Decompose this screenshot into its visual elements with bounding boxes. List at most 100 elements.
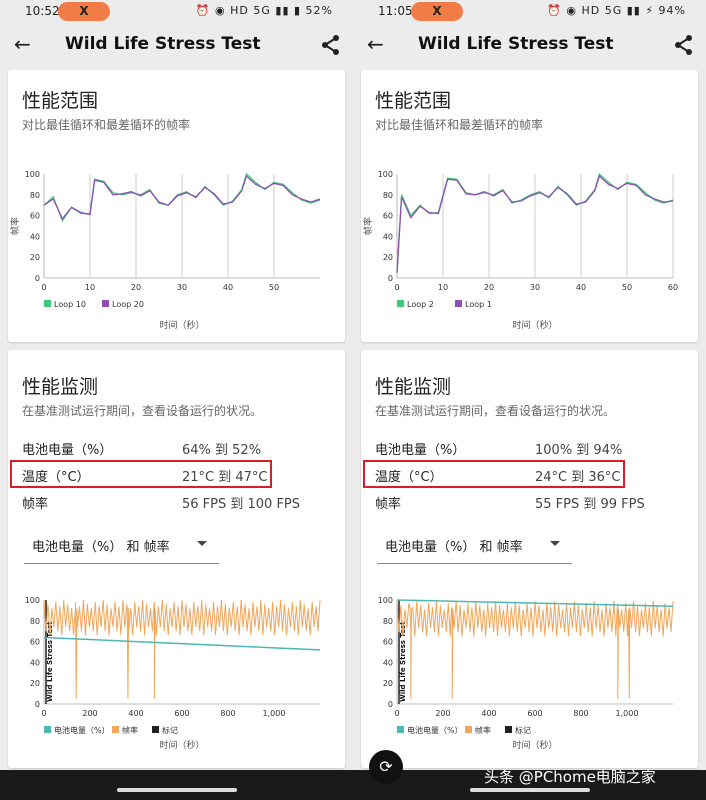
right-screenshot: 11:05 X ⏰ ◉ HD 5G ▮▮ ⚡ 94% ← Wild Life S… [353,0,706,800]
x-tick-label: 1,000 [616,709,639,718]
y-tick-label: 20 [30,679,40,688]
x-axis-label: 时间（秒） [159,739,204,751]
legend-swatch [112,726,119,733]
x-tick-label: 40 [576,283,586,292]
home-indicator[interactable] [116,788,237,792]
perf-monitor-card: 性能监测 在基准测试运行期间，查看设备运行的状况。 电池电量（%） 100% 到 … [361,350,698,768]
perf-monitor-title: 性能监测 [22,376,99,398]
y-tick-label: 20 [383,679,393,688]
y-tick-label: 0 [35,274,40,283]
status-bar: 11:05 X ⏰ ◉ HD 5G ▮▮ ⚡ 94% [353,0,706,24]
battery-row: 电池电量（%） 64% 到 52% [22,436,331,458]
x-tick-label: 50 [622,283,632,292]
fps-value: 55 FPS 到 99 FPS [535,497,645,512]
perf-range-card: 性能范围 对比最佳循环和最差循环的帧率 0 20 40 60 80 100 0 10 20 30 4… [8,70,345,342]
x-tick-label: 0 [394,283,399,292]
y-tick-label: 40 [383,658,393,667]
battery-series-line [43,636,321,651]
y-tick-label: 0 [388,274,393,283]
x-axis-label: 时间（秒） [512,739,557,751]
legend-swatch [397,726,404,733]
fps-series-line [396,601,674,699]
page-title: Wild Life Stress Test [418,34,614,54]
x-tick-label: 200 [435,709,450,718]
battery-fps-chart: 0204060801000 200 400 600 800 1,000Wild Life … [25,596,321,751]
y-tick-label: 100 [25,596,40,605]
x-tick-label: 0 [41,283,46,292]
y-tick-label: 20 [383,253,393,262]
fps-value: 56 FPS 到 100 FPS [182,497,301,512]
perf-range-title: 性能范围 [22,90,99,112]
left-screenshot: 10:52 X ⏰ ◉ HD 5G ▮▮ ▮ 52% ← Wild Life S… [0,0,353,800]
x-tick-label: 50 [269,283,279,292]
y-tick-label: 100 [378,596,393,605]
page-title: Wild Life Stress Test [65,34,261,54]
fps-series-line [43,599,321,699]
y-tick-label: 80 [383,191,393,200]
x-tick-label: 400 [128,709,143,718]
x-tick-label: 200 [82,709,97,718]
y-tick-label: 20 [30,253,40,262]
share-icon[interactable] [674,34,694,56]
x-axis-label: 时间（秒） [159,319,204,331]
x-tick-label: 400 [481,709,496,718]
perf-range-subtitle: 对比最佳循环和最差循环的帧率 [22,118,191,132]
legend-swatch [455,300,462,307]
y-axis-label: 帧率 [362,217,374,235]
home-indicator[interactable] [469,788,590,792]
fps-row: 帧率 55 FPS 到 99 FPS [375,490,684,512]
metric-dropdown[interactable]: 电池电量（%） 和 帧率 [377,528,572,564]
metric-dropdown[interactable]: 电池电量（%） 和 帧率 [24,528,219,564]
y-tick-label: 40 [383,232,393,241]
battery-value: 64% 到 52% [182,443,262,458]
y-tick-label: 0 [388,700,393,709]
legend-label: 标记 [515,725,531,735]
x-tick-label: 20 [484,283,494,292]
legend-swatch [152,726,159,733]
legend-swatch [505,726,512,733]
x-tick-label: 10 [85,283,95,292]
legend-label: Loop 20 [112,300,144,309]
legend-swatch [44,726,51,733]
x-tick-label: 0 [394,709,399,718]
legend-label: 电池电量（%） [54,725,110,735]
temperature-highlight-box [10,460,272,488]
status-icons: ⏰ ◉ HD 5G ▮▮ ⚡ 94% [547,4,686,17]
legend-swatch [44,300,51,307]
y-tick-label: 60 [30,212,40,221]
share-icon[interactable] [321,34,341,56]
legend-label: 标记 [162,725,178,735]
y-axis-label: 帧率 [9,217,21,235]
back-arrow-icon[interactable]: ← [14,32,31,56]
perf-monitor-card: 性能监测 在基准测试运行期间，查看设备运行的状况。 电池电量（%） 64% 到 5… [8,350,345,768]
x-tick-label: 10 [438,283,448,292]
y-tick-label: 100 [25,170,40,179]
perf-range-card: 性能范围 对比最佳循环和最差循环的帧率 0 20 40 60 80 100 0 10 20 30 4… [361,70,698,342]
dropdown-label: 电池电量（%） 和 帧率 [32,540,170,555]
app-pill[interactable]: X [58,2,110,21]
chevron-down-icon [197,541,207,546]
x-tick-label: 800 [220,709,235,718]
battery-label: 电池电量（%） [22,443,113,458]
rotate-icon[interactable]: ⟳ [369,750,403,784]
watermark: 头条 @PChome电脑之家 [484,768,656,786]
app-pill[interactable]: X [411,2,463,21]
perf-monitor-title: 性能监测 [375,376,452,398]
back-arrow-icon[interactable]: ← [367,32,384,56]
status-time: 10:52 [25,4,60,18]
legend-label: Loop 10 [54,300,86,309]
y-tick-label: 60 [30,638,40,647]
y-tick-label: 100 [378,170,393,179]
x-tick-label: 800 [573,709,588,718]
x-tick-label: 30 [530,283,540,292]
y-tick-label: 60 [383,638,393,647]
y-tick-label: 0 [35,700,40,709]
temperature-highlight-box [363,460,625,488]
x-tick-label: 20 [131,283,141,292]
legend-swatch [102,300,109,307]
x-tick-label: 600 [174,709,189,718]
legend-swatch [465,726,472,733]
y-tick-label: 80 [30,191,40,200]
legend-label: Loop 2 [407,300,434,309]
battery-fps-chart: 0204060801000 200 400 600 800 1,000Wild Life … [378,596,674,751]
